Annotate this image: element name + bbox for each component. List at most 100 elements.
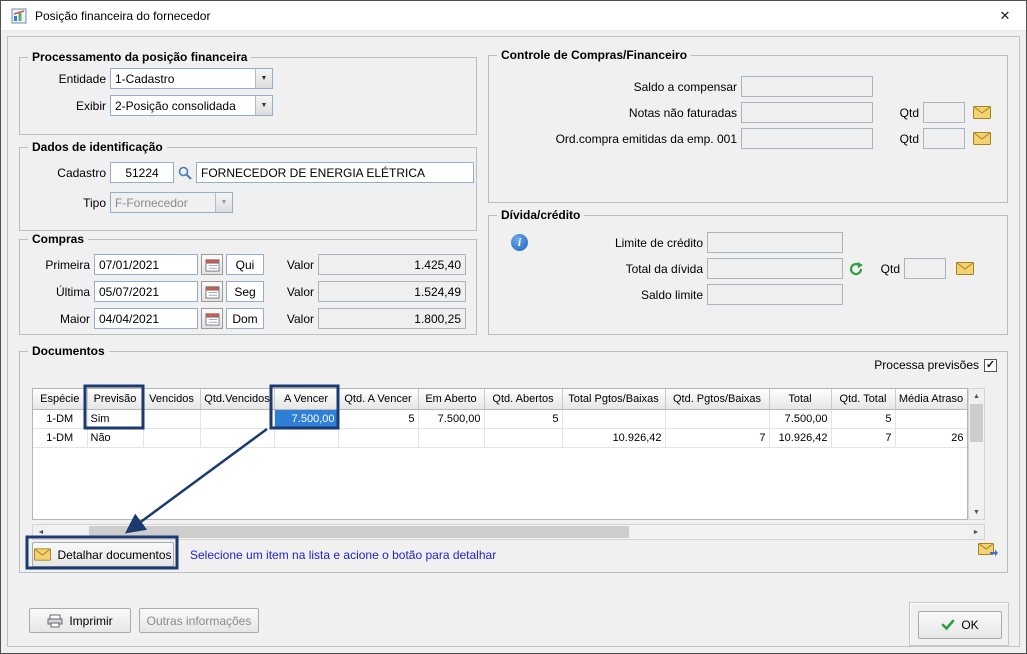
cell-qtd-abertos[interactable] [484, 428, 562, 447]
detalhar-documentos-button[interactable]: Detalhar documentos [32, 542, 174, 567]
day-value: Dom [232, 312, 257, 326]
ok-button[interactable]: OK [918, 611, 1002, 639]
date-value: 04/04/2021 [99, 312, 159, 326]
search-icon[interactable] [177, 165, 193, 181]
cell-media-atraso[interactable] [895, 409, 967, 428]
col-qtd-pgtos-baixas[interactable]: Qtd. Pgtos/Baixas [665, 389, 769, 409]
scroll-up-icon[interactable]: ▲ [969, 389, 984, 403]
documents-table[interactable]: Espécie Previsão Vencidos Qtd.Vencidos A… [32, 388, 968, 520]
cell-qtd-total[interactable]: 7 [831, 428, 895, 447]
chevron-down-icon[interactable]: ▼ [255, 69, 272, 88]
compra-ultima-valor-field: 1.524,49 [318, 281, 466, 302]
table-horizontal-scrollbar[interactable]: ◄ ► [32, 524, 985, 540]
mail-detail-icon[interactable] [973, 106, 991, 119]
exibir-select[interactable]: 2-Posição consolidada ▼ [110, 95, 273, 116]
close-icon[interactable]: ✕ [984, 1, 1026, 31]
cell-qtd-abertos[interactable]: 5 [484, 409, 562, 428]
table-row[interactable]: 1-DM Não 10.926,42 7 10.926,42 7 26 [33, 428, 967, 447]
col-qtd-abertos[interactable]: Qtd. Abertos [484, 389, 562, 409]
entidade-select[interactable]: 1-Cadastro ▼ [110, 68, 273, 89]
col-qtd-total[interactable]: Qtd. Total [831, 389, 895, 409]
cell-qtd-total[interactable]: 5 [831, 409, 895, 428]
tipo-select: F-Fornecedor ▼ [110, 192, 233, 213]
notas-field [741, 102, 873, 123]
col-total[interactable]: Total [769, 389, 831, 409]
ord-qtd-label: Qtd [895, 132, 919, 146]
outras-informacoes-label: Outras informações [147, 614, 252, 628]
col-em-aberto[interactable]: Em Aberto [418, 389, 484, 409]
cell-total[interactable]: 7.500,00 [769, 409, 831, 428]
calendar-icon[interactable] [201, 308, 223, 329]
compra-ultima-label: Última [28, 285, 90, 299]
date-value: 05/07/2021 [99, 285, 159, 299]
cell-previsao[interactable]: Sim [87, 409, 143, 428]
processa-previsoes-checkbox[interactable]: ✓ [984, 359, 997, 372]
refresh-icon[interactable] [848, 261, 864, 277]
col-media-atraso[interactable]: Média Atraso [895, 389, 967, 409]
mail-forward-icon[interactable] [978, 542, 998, 557]
detalhar-documentos-label: Detalhar documentos [57, 548, 171, 562]
cell-previsao[interactable]: Não [87, 428, 143, 447]
table-row[interactable]: 1-DM Sim 7.500,00 5 7.500,00 5 7.500,00 … [33, 409, 967, 428]
cell-a-vencer[interactable]: 7.500,00 [274, 409, 338, 428]
col-vencidos[interactable]: Vencidos [143, 389, 200, 409]
group-processamento-title: Processamento da posição financeira [28, 50, 251, 64]
cell-qtd-vencidos[interactable] [200, 409, 274, 428]
group-dados-title: Dados de identificação [28, 140, 167, 154]
printer-icon [47, 614, 63, 628]
imprimir-label: Imprimir [69, 614, 112, 628]
tipo-row: Tipo F-Fornecedor ▼ [28, 192, 233, 213]
cadastro-codigo-field[interactable]: 51224 [110, 162, 174, 183]
col-previsao[interactable]: Previsão [87, 389, 143, 409]
cell-a-vencer[interactable] [274, 428, 338, 447]
mail-detail-icon[interactable] [973, 132, 991, 145]
cell-qtd-vencidos[interactable] [200, 428, 274, 447]
cell-vencidos[interactable] [143, 409, 200, 428]
cadastro-nome-field[interactable]: FORNECEDOR DE ENERGIA ELÉTRICA [196, 162, 474, 183]
compra-maior-label: Maior [28, 312, 90, 326]
total-divida-row: Total da dívida Qtd [497, 258, 974, 279]
table-vertical-scrollbar[interactable]: ▲ ▼ [968, 388, 985, 520]
total-divida-field [707, 258, 843, 279]
compra-primeira-date-field[interactable]: 07/01/2021 [94, 254, 198, 275]
cell-qtd-pgtos-baixas[interactable] [665, 409, 769, 428]
mail-detail-icon[interactable] [956, 262, 974, 275]
chevron-down-icon[interactable]: ▼ [255, 96, 272, 115]
compra-maior-valor-field: 1.800,25 [318, 308, 466, 329]
cell-total[interactable]: 10.926,42 [769, 428, 831, 447]
saldo-limite-row: Saldo limite [497, 284, 843, 305]
horizontal-scroll-track[interactable] [49, 525, 968, 539]
cell-qtd-a-vencer[interactable] [338, 428, 418, 447]
cell-qtd-a-vencer[interactable]: 5 [338, 409, 418, 428]
cell-qtd-pgtos-baixas[interactable]: 7 [665, 428, 769, 447]
cell-total-pgtos-baixas[interactable] [562, 409, 665, 428]
calendar-icon[interactable] [201, 281, 223, 302]
day-value: Seg [234, 285, 255, 299]
vertical-scroll-thumb[interactable] [970, 404, 983, 442]
cell-vencidos[interactable] [143, 428, 200, 447]
scroll-right-icon[interactable]: ► [968, 525, 984, 539]
scroll-left-icon[interactable]: ◄ [33, 525, 49, 539]
col-especie[interactable]: Espécie [33, 389, 87, 409]
group-dados-identificacao: Dados de identificação Cadastro 51224 FO… [19, 147, 477, 231]
limite-credito-label: Limite de crédito [557, 236, 703, 250]
detalhar-hint-text: Selecione um item na lista e acione o bo… [190, 548, 496, 562]
cell-especie[interactable]: 1-DM [33, 428, 87, 447]
cell-em-aberto[interactable] [418, 428, 484, 447]
compra-ultima-date-field[interactable]: 05/07/2021 [94, 281, 198, 302]
cell-total-pgtos-baixas[interactable]: 10.926,42 [562, 428, 665, 447]
col-qtd-vencidos[interactable]: Qtd.Vencidos [200, 389, 274, 409]
horizontal-scroll-thumb[interactable] [89, 526, 629, 538]
cell-media-atraso[interactable]: 26 [895, 428, 967, 447]
imprimir-button[interactable]: Imprimir [29, 608, 131, 633]
exibir-row: Exibir 2-Posição consolidada ▼ [28, 95, 273, 116]
calendar-icon[interactable] [201, 254, 223, 275]
scroll-down-icon[interactable]: ▼ [969, 505, 984, 519]
col-total-pgtos-baixas[interactable]: Total Pgtos/Baixas [562, 389, 665, 409]
cell-especie[interactable]: 1-DM [33, 409, 87, 428]
col-qtd-a-vencer[interactable]: Qtd. A Vencer [338, 389, 418, 409]
limite-credito-field [707, 232, 843, 253]
col-a-vencer[interactable]: A Vencer [274, 389, 338, 409]
cell-em-aberto[interactable]: 7.500,00 [418, 409, 484, 428]
compra-maior-date-field[interactable]: 04/04/2021 [94, 308, 198, 329]
